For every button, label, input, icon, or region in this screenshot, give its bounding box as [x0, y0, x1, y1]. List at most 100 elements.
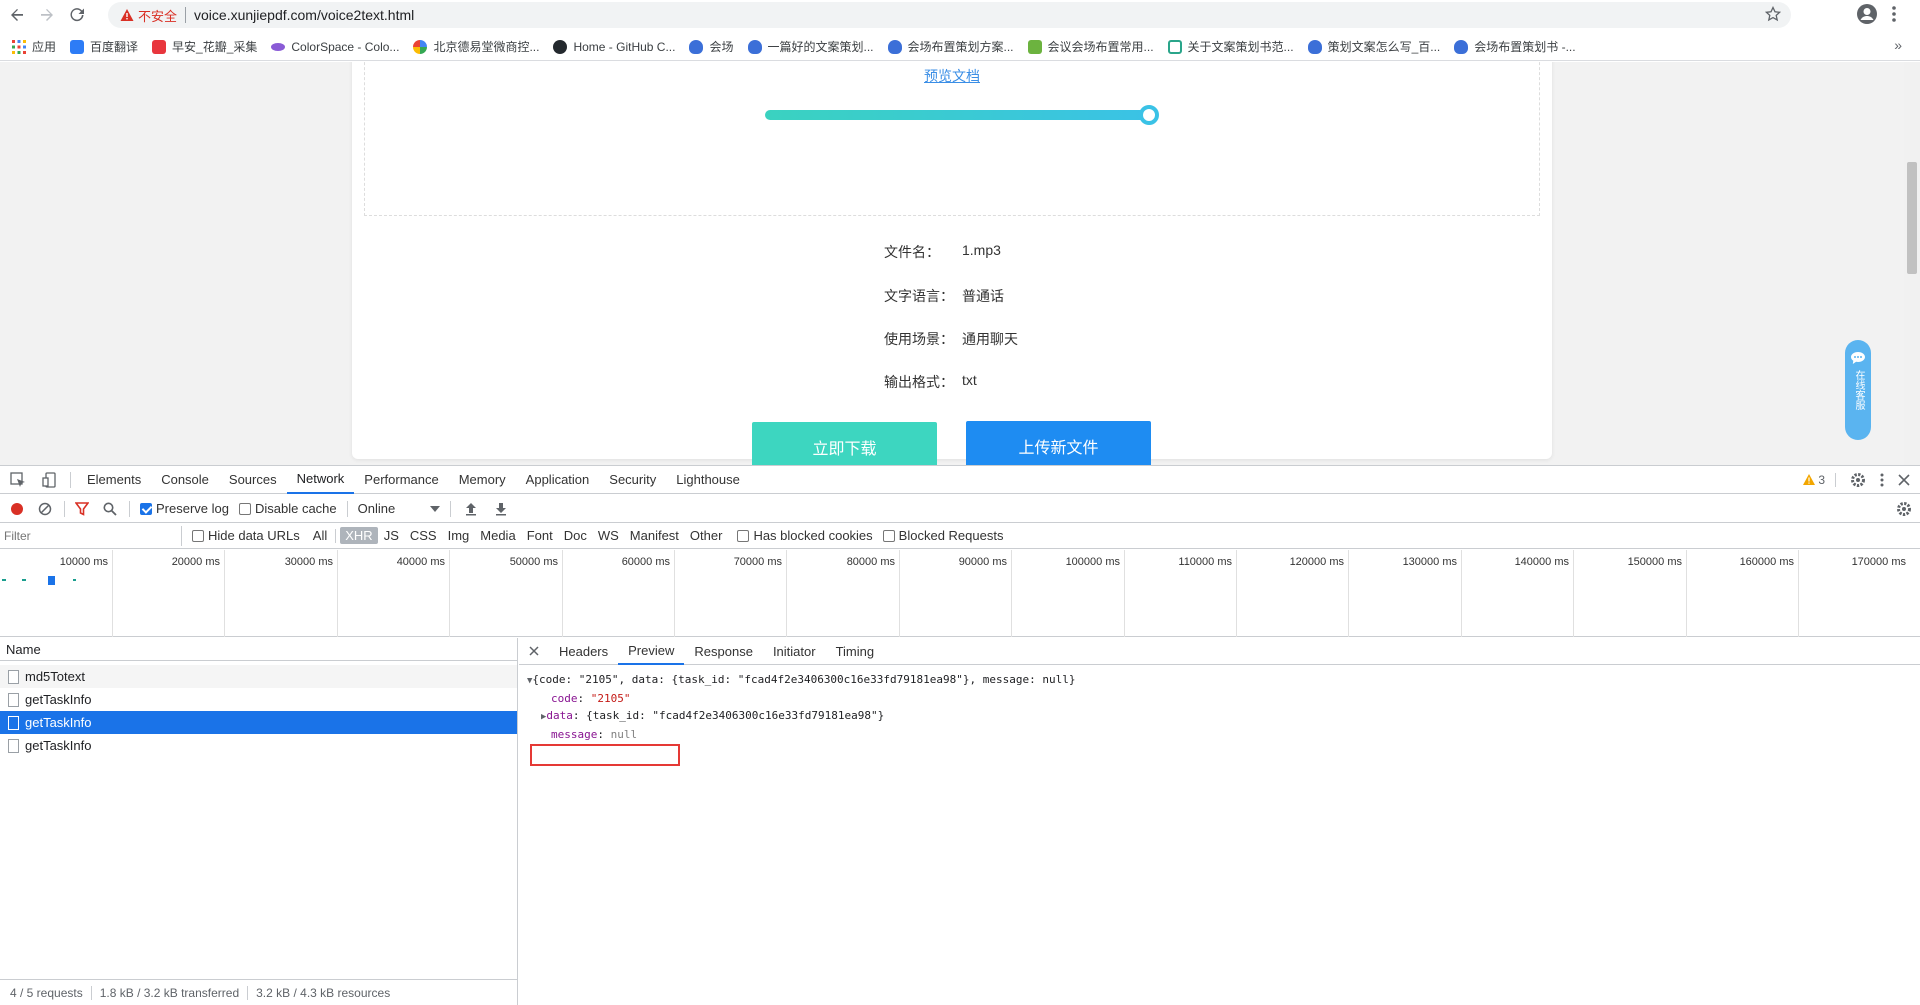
upload-new-file-button[interactable]: 上传新文件 — [966, 421, 1151, 465]
bookmark-baidu-translate[interactable]: 百度翻译 — [70, 38, 148, 55]
json-root-line[interactable]: ▼{code: "2105", data: {task_id: "fcad4f2… — [527, 671, 1912, 690]
type-filter-media[interactable]: Media — [475, 527, 520, 544]
warnings-badge[interactable]: 3 — [1803, 473, 1836, 487]
profile-avatar-icon[interactable] — [1856, 3, 1878, 25]
request-row[interactable]: md5Totext — [0, 665, 517, 688]
network-overview-timeline[interactable]: 10000 ms 20000 ms 30000 ms 40000 ms 5000… — [0, 550, 1920, 637]
bookmark-guanyu[interactable]: 关于文案策划书范... — [1167, 38, 1304, 55]
type-filter-doc[interactable]: Doc — [559, 527, 592, 544]
filter-toggle-button[interactable] — [75, 501, 89, 516]
checkbox-unchecked[interactable] — [238, 502, 251, 515]
bookmark-star-icon[interactable] — [1765, 6, 1781, 22]
reload-icon — [70, 8, 84, 22]
preview-document-link[interactable]: 预览文档 — [365, 66, 1539, 86]
bookmark-apps[interactable]: 应用 — [12, 38, 66, 55]
export-har-button[interactable] — [495, 502, 507, 516]
bookmark-wenan[interactable]: 一篇好的文案策划... — [747, 38, 884, 55]
close-detail-icon[interactable] — [519, 638, 549, 665]
request-row[interactable]: getTaskInfo — [0, 734, 517, 757]
blocked-requests-checkbox[interactable]: Blocked Requests — [882, 528, 1003, 543]
tab-memory[interactable]: Memory — [449, 466, 516, 494]
type-filter-ws[interactable]: WS — [593, 527, 624, 544]
clear-button[interactable] — [38, 502, 52, 516]
bookmark-beijing[interactable]: 北京德易堂微商控... — [413, 38, 549, 55]
network-settings-icon[interactable] — [1896, 501, 1912, 517]
filter-input[interactable] — [4, 525, 182, 546]
search-button[interactable] — [103, 502, 117, 516]
tab-network[interactable]: Network — [286, 466, 355, 494]
bookmarks-more-button[interactable]: » — [1894, 37, 1902, 53]
tab-security[interactable]: Security — [599, 466, 666, 494]
timeline-tick: 170000 ms — [1798, 550, 1910, 637]
type-filter-js[interactable]: JS — [379, 527, 404, 544]
tab-preview[interactable]: Preview — [618, 638, 685, 665]
back-button[interactable] — [4, 2, 30, 28]
name-column-header[interactable]: Name — [0, 638, 517, 661]
tab-console[interactable]: Console — [151, 466, 219, 494]
type-filter-img[interactable]: Img — [443, 527, 475, 544]
bookmark-cehua[interactable]: 策划文案怎么写_百... — [1307, 38, 1451, 55]
info-value: 普通话 — [962, 288, 1004, 304]
tab-lighthouse[interactable]: Lighthouse — [666, 466, 750, 494]
bookmark-huichang[interactable]: 会场 — [689, 38, 743, 55]
bookmark-huaban[interactable]: 早安_花瓣_采集 — [152, 38, 267, 55]
bookmark-label: Home - GitHub C... — [573, 39, 676, 54]
checkbox-checked[interactable] — [140, 502, 152, 515]
preserve-log-checkbox[interactable]: Preserve log — [140, 501, 229, 516]
forward-button[interactable] — [34, 2, 60, 28]
page-scrollbar[interactable] — [1904, 62, 1920, 465]
security-warning[interactable]: 不安全 — [120, 6, 177, 25]
tab-sources[interactable]: Sources — [219, 466, 287, 494]
inspect-element-icon[interactable] — [0, 466, 36, 494]
tab-timing[interactable]: Timing — [826, 638, 885, 665]
throttling-select[interactable]: Online — [358, 501, 440, 516]
reload-button[interactable] — [64, 2, 90, 28]
bookmark-github[interactable]: Home - GitHub C... — [553, 39, 685, 54]
type-filter-all[interactable]: All — [308, 527, 332, 544]
record-button[interactable] — [10, 502, 24, 516]
checkbox-unchecked[interactable] — [192, 529, 204, 542]
tab-initiator[interactable]: Initiator — [763, 638, 826, 665]
device-toolbar-icon[interactable] — [36, 466, 64, 494]
tab-performance[interactable]: Performance — [354, 466, 448, 494]
page-scrollbar-thumb[interactable] — [1907, 162, 1917, 274]
github-icon — [553, 39, 568, 54]
bookmark-colorspace[interactable]: ColorSpace - Colo... — [271, 40, 409, 54]
baidu-paw-icon — [689, 39, 704, 54]
type-filter-font[interactable]: Font — [522, 527, 558, 544]
tab-elements[interactable]: Elements — [77, 466, 151, 494]
tab-application[interactable]: Application — [516, 466, 600, 494]
preserve-log-label: Preserve log — [156, 501, 229, 516]
bookmark-buzhi[interactable]: 会场布置策划方案... — [887, 38, 1024, 55]
checkbox-unchecked[interactable] — [882, 529, 895, 542]
more-options-icon[interactable] — [1880, 472, 1884, 488]
settings-gear-icon[interactable] — [1850, 472, 1866, 488]
tab-response[interactable]: Response — [684, 638, 763, 665]
checkbox-unchecked[interactable] — [737, 529, 750, 542]
type-filter-xhr[interactable]: XHR — [340, 527, 378, 544]
timeline-request-bar — [48, 576, 55, 585]
browser-menu-icon[interactable] — [1892, 5, 1896, 23]
bookmark-huiyi[interactable]: 会议会场布置常用... — [1027, 38, 1164, 55]
json-data-line[interactable]: ▶data: {task_id: "fcad4f2e3406300c16e33f… — [527, 707, 1912, 726]
import-har-button[interactable] — [465, 502, 477, 516]
disable-cache-checkbox[interactable]: Disable cache — [238, 501, 337, 516]
close-devtools-icon[interactable] — [1898, 474, 1910, 486]
download-arrow-icon — [495, 502, 506, 515]
has-blocked-cookies-checkbox[interactable]: Has blocked cookies — [737, 528, 873, 543]
download-button[interactable]: 立即下载 — [752, 422, 937, 465]
hide-data-urls-checkbox[interactable]: Hide data URLs — [192, 528, 300, 543]
type-filter-manifest[interactable]: Manifest — [625, 527, 684, 544]
bookmark-cehuashu[interactable]: 会场布置策划书 -... — [1454, 38, 1585, 55]
json-preview: ▼{code: "2105", data: {task_id: "fcad4f2… — [519, 665, 1920, 766]
tab-headers[interactable]: Headers — [549, 638, 618, 665]
type-filter-css[interactable]: CSS — [405, 527, 442, 544]
request-row-selected[interactable]: getTaskInfo — [0, 711, 517, 734]
online-support-button[interactable]: 在线客服 — [1845, 340, 1871, 440]
search-icon — [103, 502, 117, 516]
baidu-paw-icon — [887, 39, 902, 54]
request-row[interactable]: getTaskInfo — [0, 688, 517, 711]
address-bar[interactable]: 不安全 voice.xunjiepdf.com/voice2text.html — [108, 2, 1791, 28]
upload-dropzone[interactable]: 预览文档 — [364, 62, 1540, 216]
type-filter-other[interactable]: Other — [685, 527, 728, 544]
